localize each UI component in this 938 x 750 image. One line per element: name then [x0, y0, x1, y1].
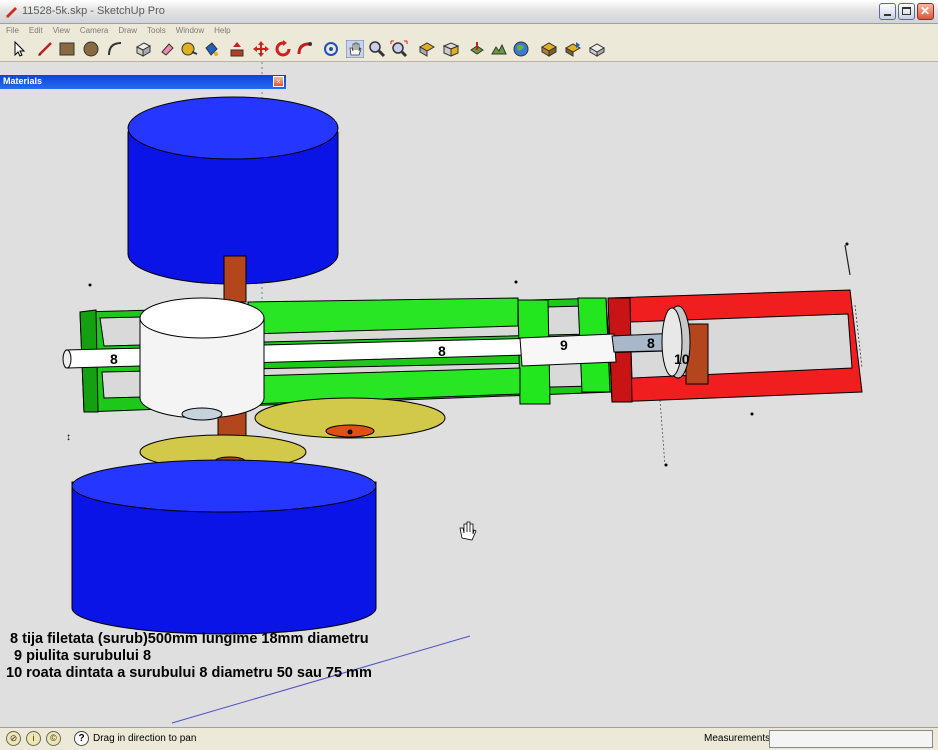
rod-label-3: 8 [647, 335, 655, 351]
paint-bucket-icon[interactable] [202, 40, 220, 58]
menu-view[interactable]: View [53, 24, 70, 38]
materials-close-icon[interactable]: × [273, 76, 284, 87]
minimize-button[interactable] [879, 3, 896, 20]
menu-window[interactable]: Window [176, 24, 204, 38]
menu-camera[interactable]: Camera [80, 24, 108, 38]
gear-label: 10 [674, 351, 690, 367]
window-title: 11528-5k.skp - SketchUp Pro [22, 5, 165, 17]
tape-measure-icon[interactable] [180, 40, 198, 58]
menu-draw[interactable]: Draw [118, 24, 137, 38]
materials-panel-title: Materials [3, 76, 43, 86]
drawing-viewport[interactable]: ↕ 8 8 9 8 10 [0, 62, 938, 727]
share-component-icon[interactable] [588, 40, 606, 58]
menu-help[interactable]: Help [214, 24, 230, 38]
help-icon[interactable]: ? [74, 731, 89, 746]
push-pull-icon[interactable] [228, 40, 246, 58]
iso-view-icon[interactable] [442, 40, 460, 58]
google-earth-icon[interactable] [512, 40, 530, 58]
eraser-icon[interactable] [158, 40, 176, 58]
toggle-terrain-icon[interactable] [490, 40, 508, 58]
white-hub [139, 297, 265, 421]
follow-me-icon[interactable] [296, 40, 314, 58]
nut-label: 9 [560, 337, 568, 353]
title-bar: 11528-5k.skp - SketchUp Pro ✕ [0, 0, 938, 24]
menu-bar: File Edit View Camera Draw Tools Window … [0, 24, 938, 38]
pan-icon[interactable] [346, 40, 364, 58]
menu-file[interactable]: File [6, 24, 19, 38]
line-icon[interactable] [36, 40, 54, 58]
status-bar: ⊘ i © ? Drag in direction to pan Measure… [0, 727, 938, 750]
materials-panel[interactable]: Materials × [0, 75, 286, 89]
sketchup-app-icon[interactable] [4, 4, 19, 19]
select-icon[interactable] [10, 40, 28, 58]
geo-location-icon[interactable]: ⊘ [6, 731, 21, 746]
top-view-icon[interactable] [418, 40, 436, 58]
zoom-icon[interactable] [368, 40, 386, 58]
get-models-icon[interactable] [540, 40, 558, 58]
zoom-extents-icon[interactable] [390, 40, 408, 58]
rectangle-icon[interactable] [58, 40, 76, 58]
menu-edit[interactable]: Edit [29, 24, 43, 38]
measurements-input[interactable] [769, 730, 933, 748]
user-icon[interactable]: © [46, 731, 61, 746]
status-text: Drag in direction to pan [93, 733, 197, 744]
svg-text:↕: ↕ [66, 432, 71, 443]
rotate-icon[interactable] [274, 40, 292, 58]
model-scene: ↕ [62, 62, 863, 724]
share-model-icon[interactable] [564, 40, 582, 58]
notes-text: 8 tija filetata (surub)500mm lungime 18m… [6, 631, 372, 682]
orbit-icon[interactable] [322, 40, 340, 58]
bottom-wheel [71, 459, 377, 635]
measurements-label: Measurements [704, 733, 771, 744]
arc-icon[interactable] [106, 40, 124, 58]
menu-tools[interactable]: Tools [147, 24, 166, 38]
main-toolbar [0, 38, 938, 62]
note-line: 10 roata dintata a surubului 8 diametru … [6, 665, 372, 681]
pan-cursor-icon [459, 521, 477, 541]
make-component-icon[interactable] [134, 40, 152, 58]
maximize-button[interactable] [898, 3, 915, 20]
note-line: 9 piulita surubului 8 [6, 648, 152, 664]
close-button[interactable]: ✕ [917, 3, 934, 20]
note-line: 8 tija filetata (surub)500mm lungime 18m… [6, 631, 369, 647]
circle-icon[interactable] [82, 40, 100, 58]
rod-label-1: 8 [110, 351, 118, 367]
credits-icon[interactable]: i [26, 731, 41, 746]
move-icon[interactable] [252, 40, 270, 58]
add-location-icon[interactable] [468, 40, 486, 58]
rod-label-2: 8 [438, 343, 446, 359]
